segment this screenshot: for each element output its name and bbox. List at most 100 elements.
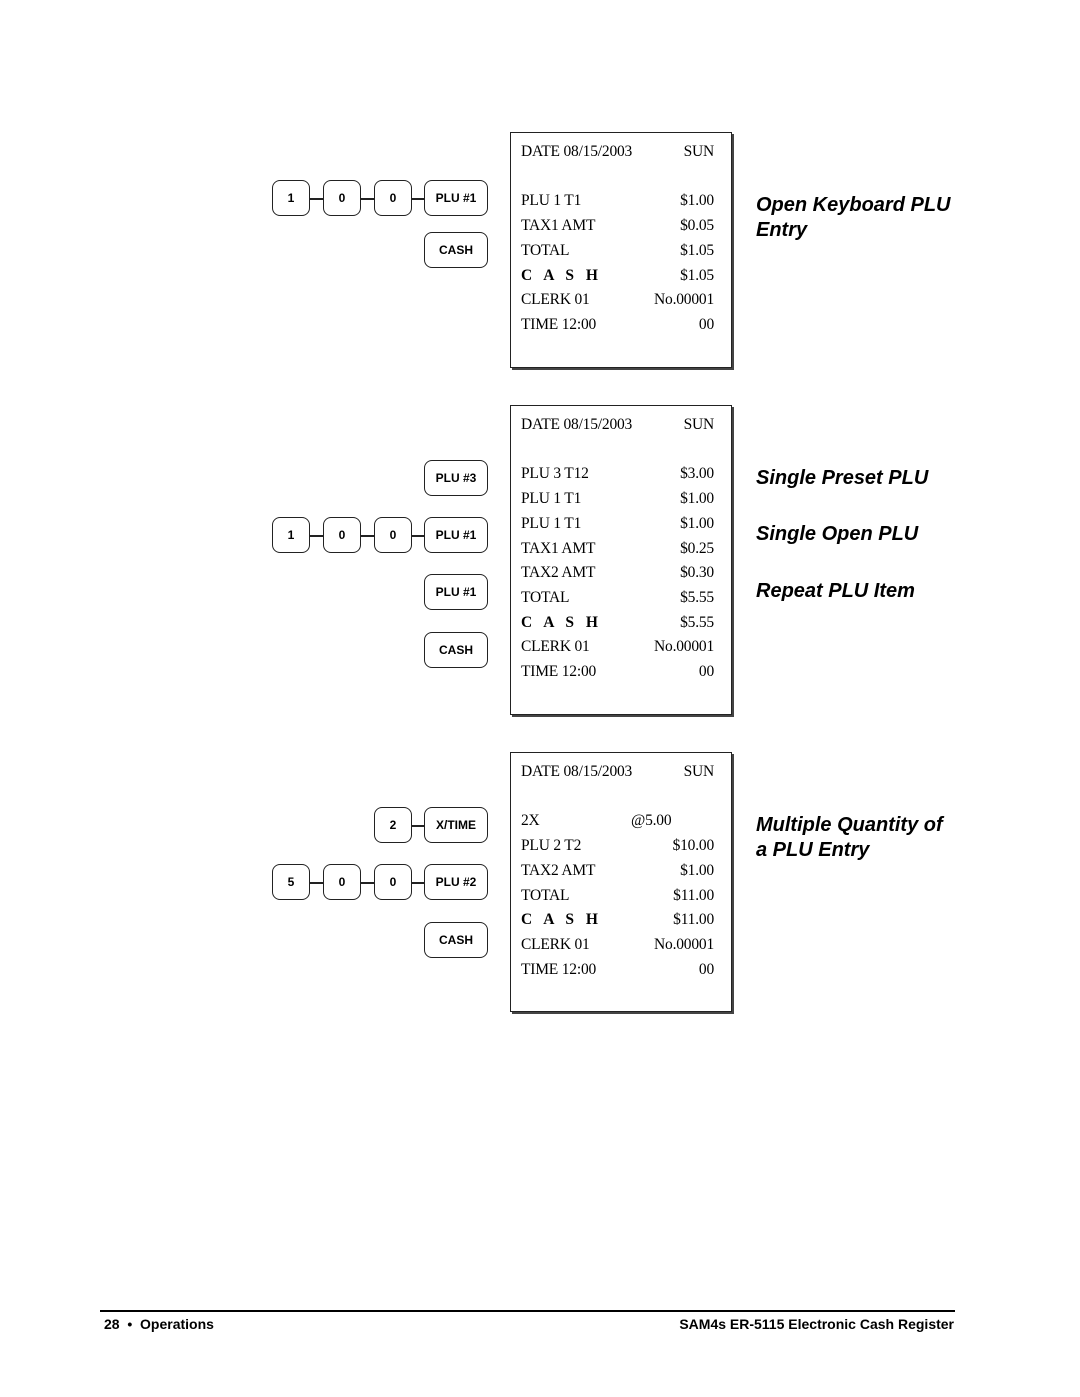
receipt-line: PLU 1 T1 $1.00 — [521, 192, 714, 210]
line-label: TIME 12:00 — [521, 316, 597, 333]
receipt-line: C A S H $5.55 — [521, 614, 714, 632]
receipt-line: CLERK 01 No.00001 — [521, 638, 714, 656]
key-1: 1 — [272, 180, 310, 216]
line-label: PLU 3 T12 — [521, 465, 589, 482]
line-label: C A S H — [521, 267, 602, 284]
key-connector — [310, 882, 324, 884]
line-amount: $10.00 — [672, 837, 715, 854]
line-amount: $3.00 — [680, 465, 714, 482]
line-label: TOTAL — [521, 887, 570, 904]
line-amount: No.00001 — [654, 638, 714, 655]
footer-manual-title: SAM4s ER-5115 Electronic Cash Register — [679, 1316, 954, 1332]
line-amount: $1.00 — [680, 862, 714, 879]
title-line: a PLU Entry — [756, 839, 870, 861]
example-title: Multiple Quantity of a PLU Entry — [756, 813, 943, 863]
title-line: Open Keyboard PLU — [756, 194, 951, 216]
line-label: PLU 1 T1 — [521, 192, 582, 209]
key-plu-1: PLU #1 — [424, 517, 488, 553]
line-amount: $0.30 — [680, 564, 714, 581]
key-0: 0 — [374, 180, 412, 216]
receipt-line: TOTAL $1.05 — [521, 242, 714, 260]
key-plu-1: PLU #1 — [424, 180, 488, 216]
key-0: 0 — [374, 517, 412, 553]
receipt: DATE 08/15/2003 SUN PLU 1 T1 $1.00 TAX1 A… — [510, 132, 732, 368]
line-amount: 00 — [698, 316, 714, 333]
line-label: C A S H — [521, 911, 602, 928]
key-connector — [361, 198, 375, 200]
line-label: PLU 1 T1 — [521, 490, 582, 507]
line-amount: No.00001 — [654, 936, 714, 953]
key-plu-3: PLU #3 — [424, 460, 488, 496]
receipt-line: TOTAL $5.55 — [521, 589, 714, 607]
line-label: TAX1 AMT — [521, 217, 596, 234]
footer-page-section: 28 • Operations — [104, 1316, 214, 1332]
line-amount: $5.55 — [680, 614, 714, 631]
receipt-line: PLU 1 T1 $1.00 — [521, 515, 714, 533]
example-title: Open Keyboard PLU Entry — [756, 193, 950, 243]
line-amount: $11.00 — [673, 887, 714, 904]
key-0: 0 — [323, 517, 361, 553]
receipt: DATE 08/15/2003 SUN PLU 3 T12 $3.00 PLU 1… — [510, 405, 732, 715]
line-amount: 00 — [698, 961, 714, 978]
key-x-time: X/TIME — [424, 807, 488, 843]
line-label: TOTAL — [521, 242, 570, 259]
key-0: 0 — [374, 864, 412, 900]
line-amount: $1.00 — [680, 515, 714, 532]
receipt-line: TIME 12:00 00 — [521, 663, 714, 681]
receipt-date: DATE 08/15/2003 — [521, 143, 633, 160]
line-label: PLU 2 T2 — [521, 837, 582, 854]
line-amount: $1.05 — [680, 267, 714, 284]
key-plu-1: PLU #1 — [424, 574, 488, 610]
example-title-repeat: Repeat PLU Item — [756, 580, 915, 602]
receipt-day: SUN — [683, 143, 715, 160]
line-label: 2X — [521, 812, 540, 829]
example-title-preset: Single Preset PLU — [756, 467, 929, 489]
line-amount: $11.00 — [673, 911, 714, 928]
line-label: CLERK 01 — [521, 936, 590, 953]
example-title-open: Single Open PLU — [756, 523, 919, 545]
receipt-line: C A S H $1.05 — [521, 267, 714, 285]
line-label: CLERK 01 — [521, 638, 590, 655]
receipt-line: PLU 2 T2 $10.00 — [521, 837, 714, 855]
receipt-header: DATE 08/15/2003 SUN — [521, 763, 714, 781]
key-2: 2 — [374, 807, 412, 843]
receipt-line: TIME 12:00 00 — [521, 961, 714, 979]
receipt-line: PLU 1 T1 $1.00 — [521, 490, 714, 508]
line-amount: $1.00 — [680, 490, 714, 507]
line-amount: $1.00 — [680, 192, 714, 209]
title-line: Entry — [756, 219, 808, 241]
line-amount: 00 — [698, 663, 714, 680]
receipt-line: TIME 12:00 00 — [521, 316, 714, 334]
receipt-line: CLERK 01 No.00001 — [521, 291, 714, 309]
key-cash: CASH — [424, 232, 488, 268]
line-label: TAX2 AMT — [521, 862, 596, 879]
key-plu-2: PLU #2 — [424, 864, 488, 900]
footer-divider — [100, 1310, 955, 1312]
key-connector — [361, 535, 375, 537]
line-amount: $1.05 — [680, 242, 714, 259]
key-cash: CASH — [424, 632, 488, 668]
line-label: TIME 12:00 — [521, 961, 597, 978]
receipt-line: C A S H $11.00 — [521, 911, 714, 929]
key-5: 5 — [272, 864, 310, 900]
line-amount: No.00001 — [654, 291, 714, 308]
receipt-header: DATE 08/15/2003 SUN — [521, 416, 714, 434]
key-0: 0 — [323, 864, 361, 900]
key-connector — [310, 535, 324, 537]
receipt-line: TAX1 AMT $0.25 — [521, 540, 714, 558]
receipt-day: SUN — [683, 763, 715, 780]
line-label: C A S H — [521, 614, 602, 631]
receipt-line: TAX1 AMT $0.05 — [521, 217, 714, 235]
receipt-line: TOTAL $11.00 — [521, 887, 714, 905]
line-label: TIME 12:00 — [521, 663, 597, 680]
receipt-day: SUN — [683, 416, 715, 433]
key-1: 1 — [272, 517, 310, 553]
line-label: PLU 1 T1 — [521, 515, 582, 532]
line-amount: $0.25 — [680, 540, 714, 557]
line-amount: $5.55 — [680, 589, 714, 606]
key-connector — [361, 882, 375, 884]
key-cash: CASH — [424, 922, 488, 958]
line-unit-price: @5.00 — [631, 812, 672, 829]
receipt-date: DATE 08/15/2003 — [521, 763, 633, 780]
receipt-line: PLU 3 T12 $3.00 — [521, 465, 714, 483]
